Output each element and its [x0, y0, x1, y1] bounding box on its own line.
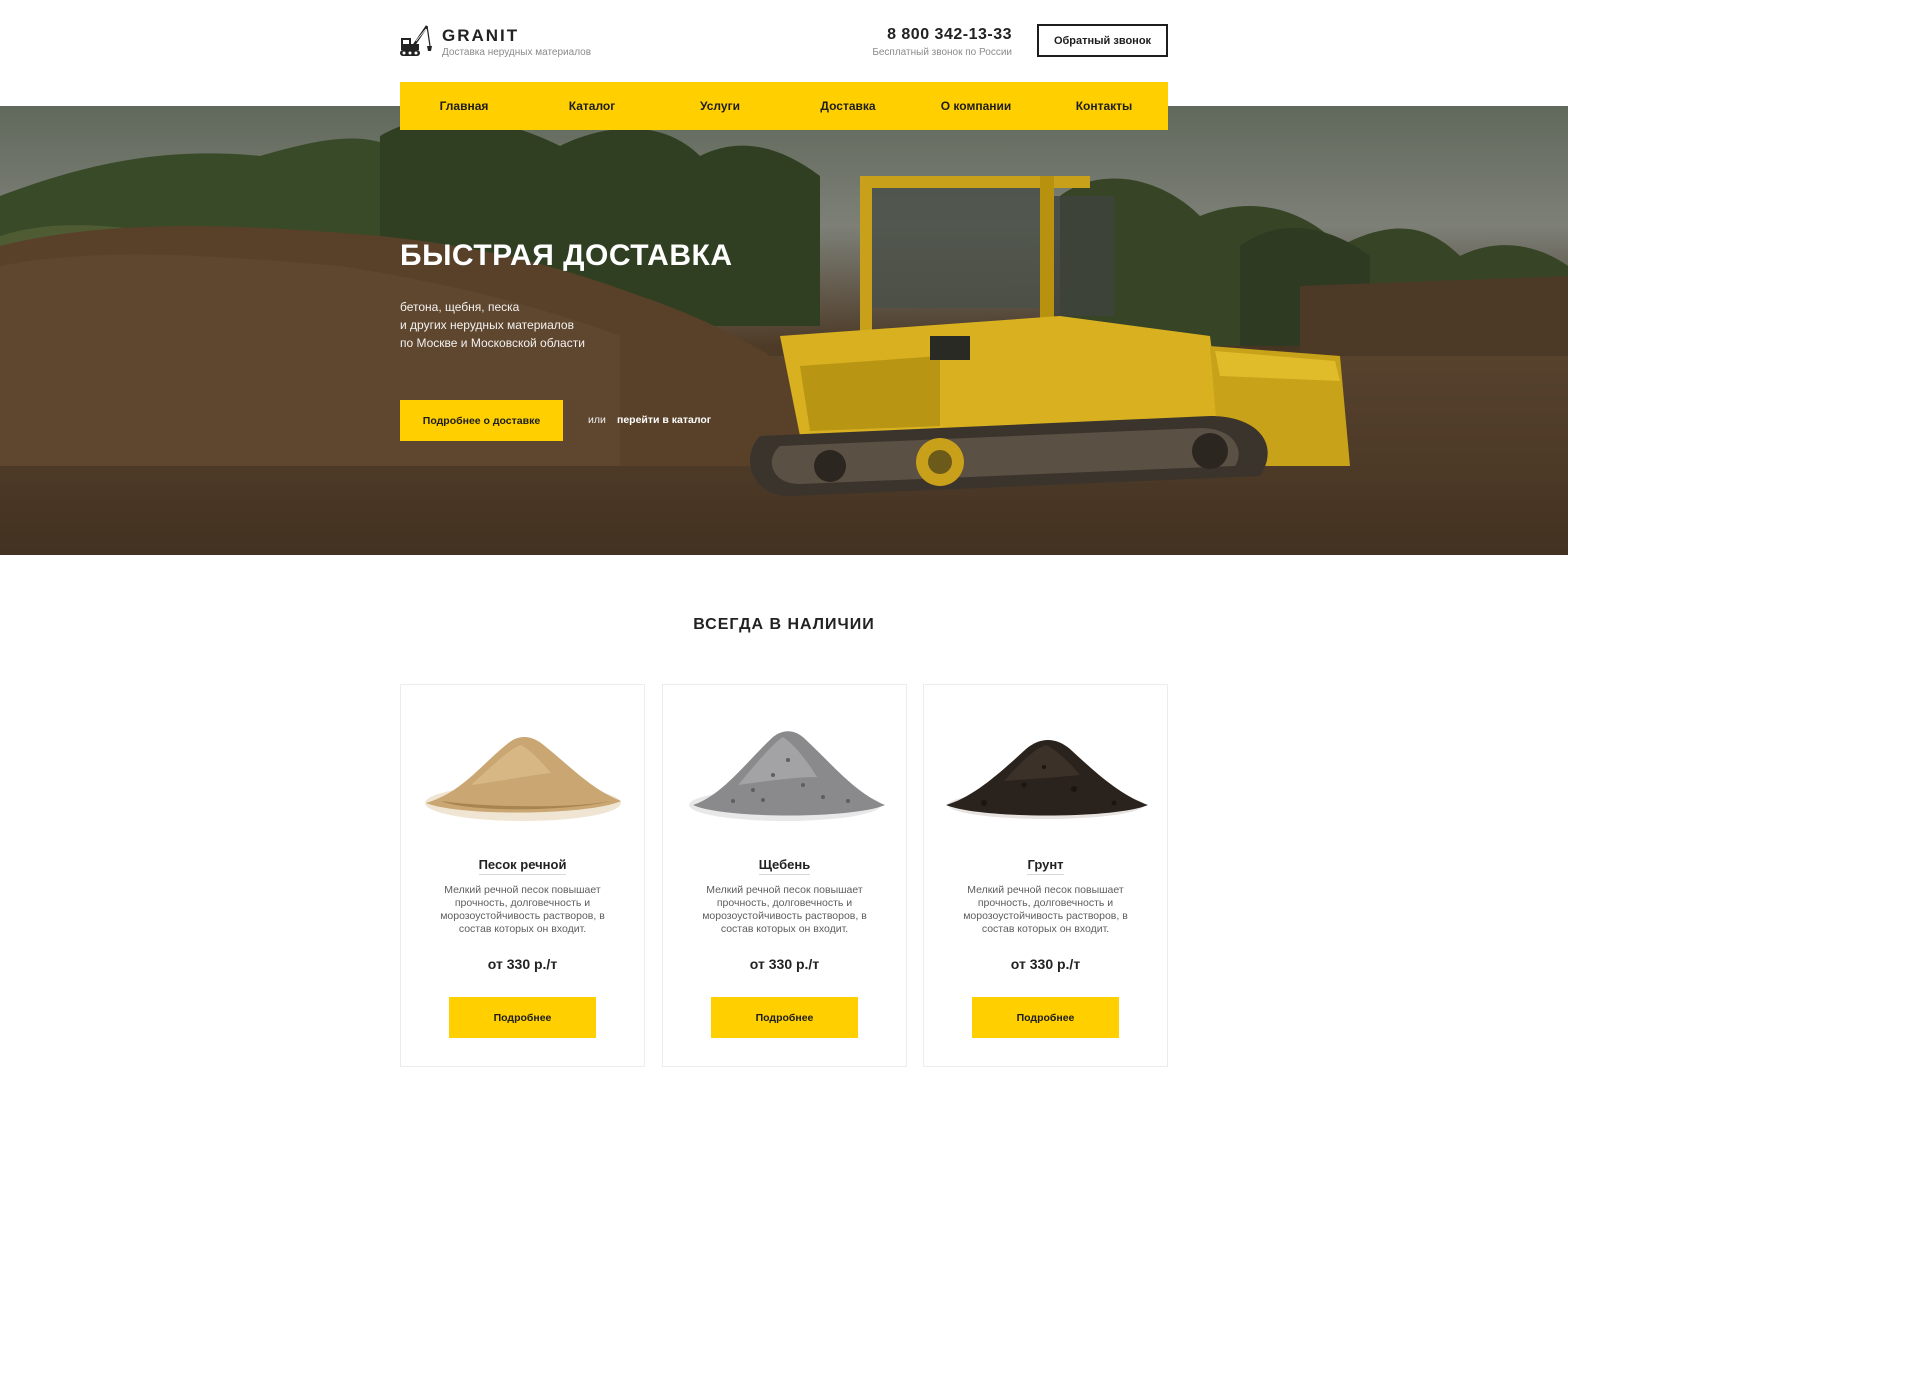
main-nav: Главная Каталог Услуги Доставка О компан…: [400, 82, 1168, 130]
product-name-link[interactable]: Песок речной: [478, 857, 567, 875]
hero-line: и других нерудных материалов: [400, 318, 574, 332]
hero-line: по Москве и Московской области: [400, 336, 585, 350]
soil-pile-image: [946, 740, 1148, 819]
logo[interactable]: GRANIT Доставка нерудных материалов: [400, 24, 591, 60]
phone-number[interactable]: 8 800 342-13-33: [872, 26, 1012, 44]
product-description: Мелкий речной песок повышает прочность, …: [702, 884, 867, 935]
section-title: ВСЕГДА В НАЛИЧИИ: [693, 616, 875, 633]
nav-item-about[interactable]: О компании: [912, 82, 1040, 130]
product-name-link[interactable]: Щебень: [758, 857, 811, 875]
product-price: от 330 р./т: [1010, 956, 1081, 972]
gravel-pile-image: [689, 731, 885, 821]
phone-block: 8 800 342-13-33 Бесплатный звонок по Рос…: [872, 26, 1012, 60]
product-name-link[interactable]: Грунт: [1027, 857, 1064, 875]
sand-pile-image: [425, 736, 621, 821]
hero-description: бетона, щебня, песка и других нерудных м…: [400, 298, 720, 352]
crane-excavator-icon: [400, 25, 432, 56]
bulldozer-illustration: [750, 176, 1350, 496]
nav-item-home[interactable]: Главная: [400, 82, 528, 130]
hero-title: БЫСТРАЯ ДОСТАВКА: [400, 239, 733, 272]
phone-note: Бесплатный звонок по России: [872, 47, 1012, 58]
product-details-button[interactable]: Подробнее: [711, 997, 858, 1038]
nav-item-catalog[interactable]: Каталог: [528, 82, 656, 130]
nav-item-services[interactable]: Услуги: [656, 82, 784, 130]
product-card: Песок речной Мелкий речной песок повышае…: [400, 684, 645, 1067]
product-price: от 330 р./т: [487, 956, 558, 972]
product-description: Мелкий речной песок повышает прочность, …: [963, 884, 1128, 935]
nav-item-contacts[interactable]: Контакты: [1040, 82, 1168, 130]
product-card: Грунт Мелкий речной песок повышает прочн…: [923, 684, 1168, 1067]
logo-title: GRANIT: [442, 26, 520, 45]
catalog-link[interactable]: перейти в каталог: [617, 414, 711, 426]
hero-line: бетона, щебня, песка: [400, 300, 520, 314]
delivery-details-button[interactable]: Подробнее о доставке: [400, 400, 563, 441]
product-description: Мелкий речной песок повышает прочность, …: [440, 884, 605, 935]
hero-banner: БЫСТРАЯ ДОСТАВКА бетона, щебня, песка и …: [0, 106, 1568, 555]
product-name[interactable]: Песок речной: [401, 857, 644, 875]
product-name[interactable]: Грунт: [924, 857, 1167, 875]
product-details-button[interactable]: Подробнее: [449, 997, 596, 1038]
nav-item-delivery[interactable]: Доставка: [784, 82, 912, 130]
product-card: Щебень Мелкий речной песок повышает проч…: [662, 684, 907, 1067]
product-details-button[interactable]: Подробнее: [972, 997, 1119, 1038]
callback-button[interactable]: Обратный звонок: [1037, 24, 1168, 57]
hero-or-text: или: [588, 414, 606, 426]
product-price: от 330 р./т: [749, 956, 820, 972]
logo-subtitle: Доставка нерудных материалов: [442, 47, 592, 58]
product-name[interactable]: Щебень: [663, 857, 906, 875]
